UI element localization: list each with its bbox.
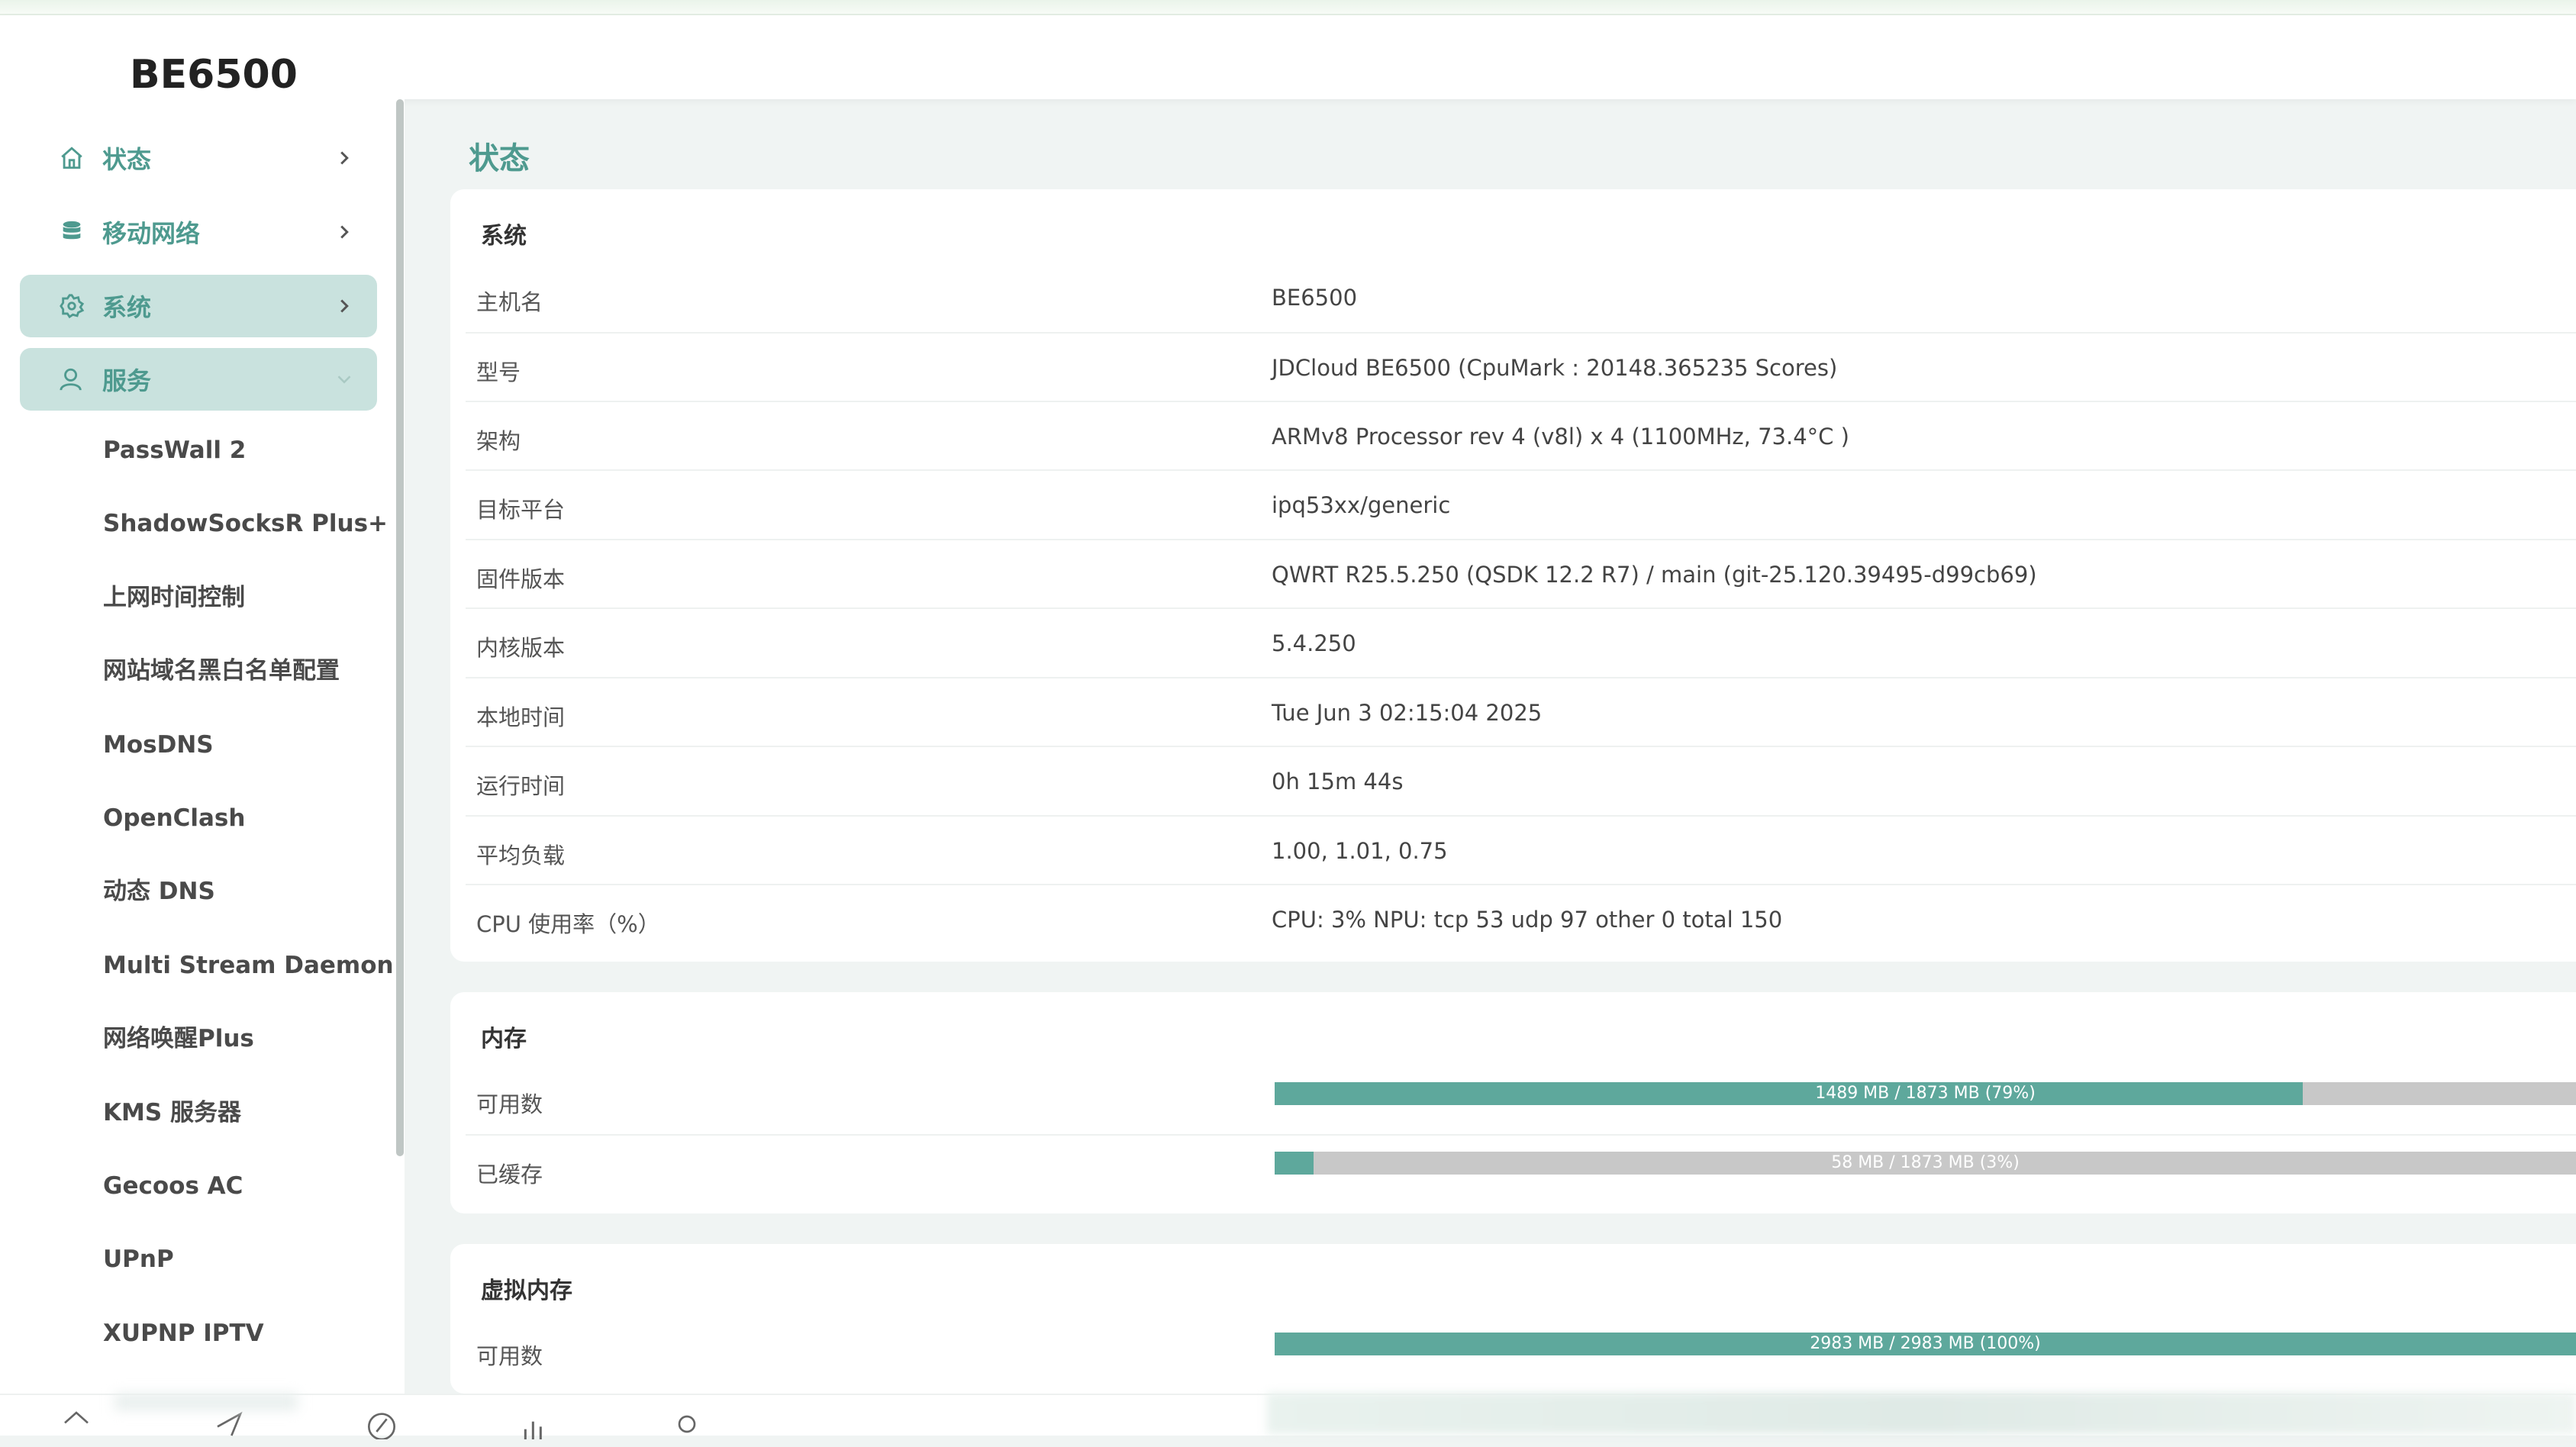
row-key: 本地时间 [476,704,566,730]
sidebar-subitem-shadowsocksr[interactable]: ShadowSocksR Plus+ [103,501,388,546]
row-key: 已缓存 [476,1162,543,1188]
user-icon [56,364,87,395]
card-title: 内存 [481,1026,527,1052]
info-row: 内核版本 5.4.250 [466,607,2576,678]
sidebar-subitem-access-time-control[interactable]: 上网时间控制 [103,575,245,620]
home-icon [56,143,87,173]
search-icon[interactable] [668,1409,706,1447]
sidebar-scrollbar[interactable] [396,99,404,1156]
send-icon[interactable] [210,1409,248,1447]
blur-overlay [1267,1393,2576,1434]
row-value: ipq53xx/generic [1272,492,1451,518]
chevron-right-icon [333,221,356,243]
row-value: QWRT R25.5.250 (QSDK 12.2 R7) / main (gi… [1272,562,2037,588]
sidebar-item-label: 状态 [102,145,152,174]
sidebar-subitem-gecoos-ac[interactable]: Gecoos AC [103,1163,243,1209]
sidebar-subitem-domain-blacklist[interactable]: 网站域名黑白名单配置 [103,648,340,694]
row-value: JDCloud BE6500 (CpuMark : 20148.365235 S… [1272,355,1838,381]
sidebar-item-services[interactable]: 服务 [20,348,377,411]
database-icon [56,217,87,247]
info-row: 本地时间 Tue Jun 3 02:15:04 2025 [466,677,2576,747]
progress-bar: 2983 MB / 2983 MB (100%) [1275,1333,2576,1355]
progress-label: 58 MB / 1873 MB (3%) [1831,1153,2020,1172]
home-icon[interactable] [57,1409,95,1447]
row-value: 1.00, 1.01, 0.75 [1272,838,1448,864]
row-key: 可用数 [476,1343,543,1369]
info-row: 固件版本 QWRT R25.5.250 (QSDK 12.2 R7) / mai… [466,539,2576,609]
row-key: 运行时间 [476,773,566,799]
sidebar-subitem-upnp[interactable]: UPnP [103,1236,174,1282]
blur-overlay [114,1394,298,1410]
page-title: 状态 [469,141,530,176]
row-value: ARMv8 Processor rev 4 (v8l) x 4 (1100MHz… [1272,424,1849,450]
row-key: 平均负载 [476,843,566,869]
sidebar-subitem-passwall2[interactable]: PassWall 2 [103,427,246,473]
sidebar-subitem-kms-server[interactable]: KMS 服务器 [103,1090,241,1136]
sidebar-subitem-multi-stream-daemon[interactable]: Multi Stream Daemon [103,943,394,988]
row-key: 目标平台 [476,497,566,523]
row-value: 5.4.250 [1272,630,1356,656]
sidebar-subitem-xupnp-iptv[interactable]: XUPNP IPTV [103,1310,264,1356]
sidebar-item-status[interactable]: 状态 [20,127,377,189]
sidebar-item-system[interactable]: 系统 [20,275,377,337]
progress-label: 1489 MB / 1873 MB (79%) [1815,1084,2036,1103]
info-row: 平均负载 1.00, 1.01, 0.75 [466,815,2576,885]
sidebar-subitem-wol-plus[interactable]: 网络唤醒Plus [103,1016,254,1062]
info-row: 架构 ARMv8 Processor rev 4 (v8l) x 4 (1100… [466,401,2576,471]
row-key: 固件版本 [476,566,566,592]
sidebar-subitem-openclash[interactable]: OpenClash [103,795,245,841]
progress-label: 2983 MB / 2983 MB (100%) [1810,1334,2041,1353]
row-value: BE6500 [1272,285,1358,311]
sidebar-item-label: 系统 [102,293,152,322]
chevron-right-icon [333,147,356,169]
chevron-right-icon [333,295,356,317]
header: BE6500 [0,15,2576,99]
row-key: 主机名 [476,289,543,315]
bar-chart-icon[interactable] [515,1409,553,1447]
sidebar-item-label: 移动网络 [102,219,201,248]
info-row: 目标平台 ipq53xx/generic [466,469,2576,540]
top-strip [0,0,2576,15]
info-row: 运行时间 0h 15m 44s [466,746,2576,816]
compass-icon[interactable] [363,1409,401,1447]
sidebar: 状态 移动网络 系统 服务 PassWall 2 ShadowSocksR Pl [0,99,405,1397]
memory-card: 内存 可用数 1489 MB / 1873 MB (79%) 已缓存 58 MB… [450,992,2576,1213]
sidebar-subitem-ddns[interactable]: 动态 DNS [103,869,215,914]
chevron-down-icon [333,368,356,391]
row-key: 可用数 [476,1091,543,1117]
card-title: 系统 [481,223,527,250]
gear-icon [56,291,87,321]
row-key: CPU 使用率（%） [476,911,660,937]
info-row: 型号 JDCloud BE6500 (CpuMark : 20148.36523… [466,332,2576,402]
system-card: 系统 主机名 BE6500 型号 JDCloud BE6500 (CpuMark… [450,189,2576,962]
brand-title[interactable]: BE6500 [130,52,298,98]
progress-bar: 58 MB / 1873 MB (3%) [1275,1152,2576,1175]
progress-bar: 1489 MB / 1873 MB (79%) [1275,1082,2576,1105]
info-row: 主机名 BE6500 [466,263,2576,332]
row-value: CPU: 3% NPU: tcp 53 udp 97 other 0 total… [1272,907,1783,933]
row-value: 0h 15m 44s [1272,769,1404,794]
card-title: 虚拟内存 [481,1278,572,1304]
sidebar-item-label: 服务 [102,366,152,395]
row-key: 内核版本 [476,635,566,661]
row-value: Tue Jun 3 02:15:04 2025 [1272,700,1543,726]
sidebar-item-mobile-network[interactable]: 移动网络 [20,201,377,263]
sidebar-subitem-mosdns[interactable]: MosDNS [103,722,214,768]
row-key: 型号 [476,359,521,385]
info-row: CPU 使用率（%） CPU: 3% NPU: tcp 53 udp 97 ot… [466,884,2576,954]
row-key: 架构 [476,428,521,454]
swap-card: 虚拟内存 可用数 2983 MB / 2983 MB (100%) [450,1244,2576,1394]
